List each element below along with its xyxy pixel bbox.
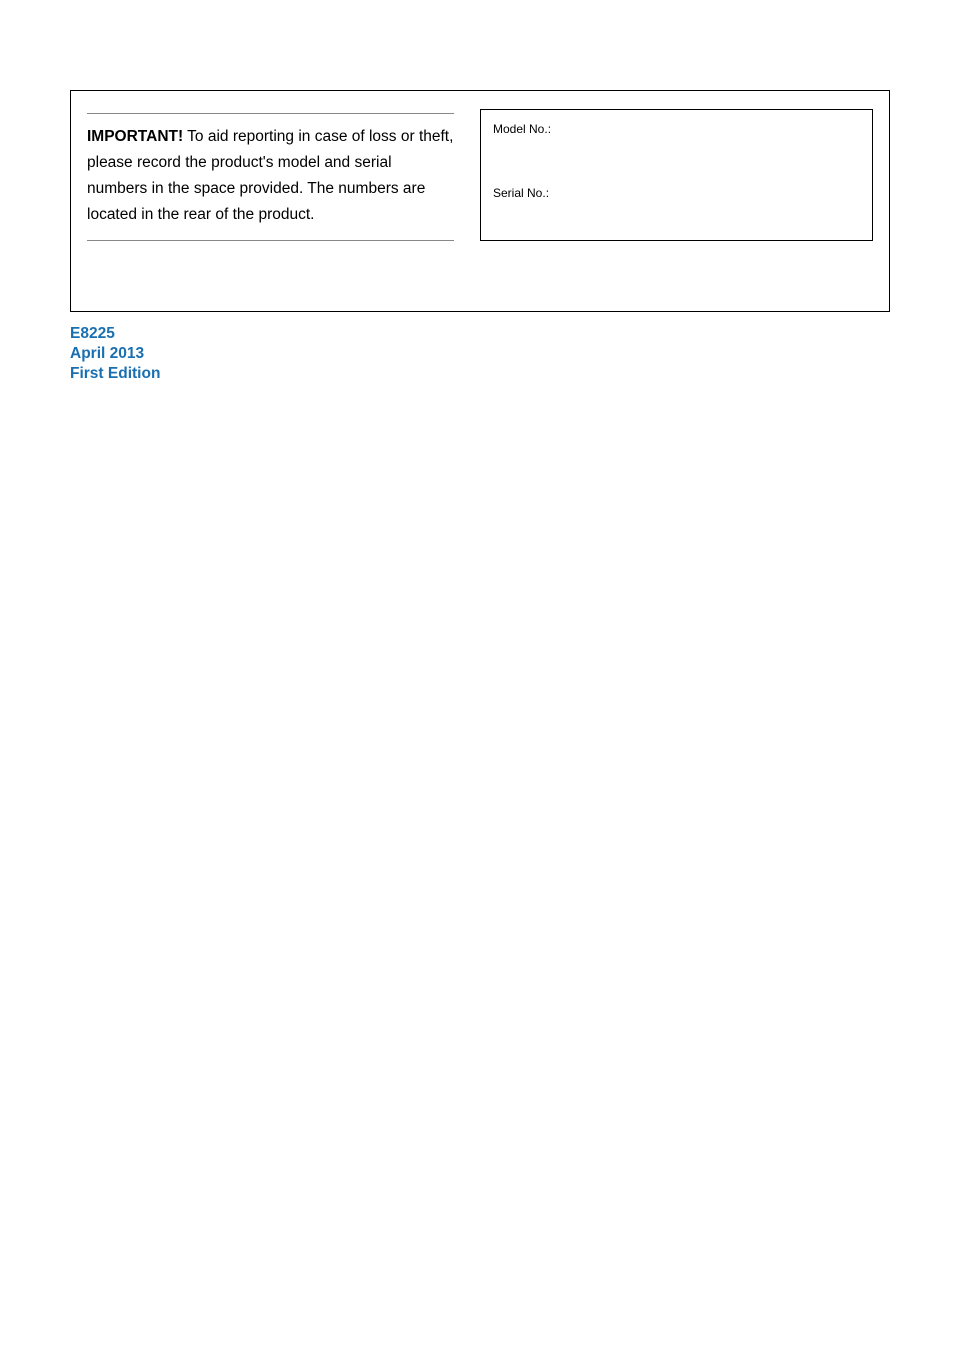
- serial-number-label: Serial No.:: [493, 186, 549, 200]
- important-notice: IMPORTANT! To aid reporting in case of l…: [87, 113, 454, 241]
- page-container: IMPORTANT! To aid reporting in case of l…: [70, 90, 890, 384]
- document-edition: First Edition: [70, 364, 890, 384]
- model-number-label: Model No.:: [493, 122, 551, 136]
- record-box: IMPORTANT! To aid reporting in case of l…: [70, 90, 890, 312]
- record-fields-box: Model No.: Serial No.:: [480, 109, 873, 241]
- document-info: E8225 April 2013 First Edition: [70, 324, 890, 384]
- important-label: IMPORTANT!: [87, 128, 183, 145]
- document-date: April 2013: [70, 344, 890, 364]
- model-number-field: Model No.:: [493, 122, 860, 136]
- important-column: IMPORTANT! To aid reporting in case of l…: [87, 109, 454, 241]
- document-code: E8225: [70, 324, 890, 344]
- serial-number-field: Serial No.:: [493, 186, 860, 200]
